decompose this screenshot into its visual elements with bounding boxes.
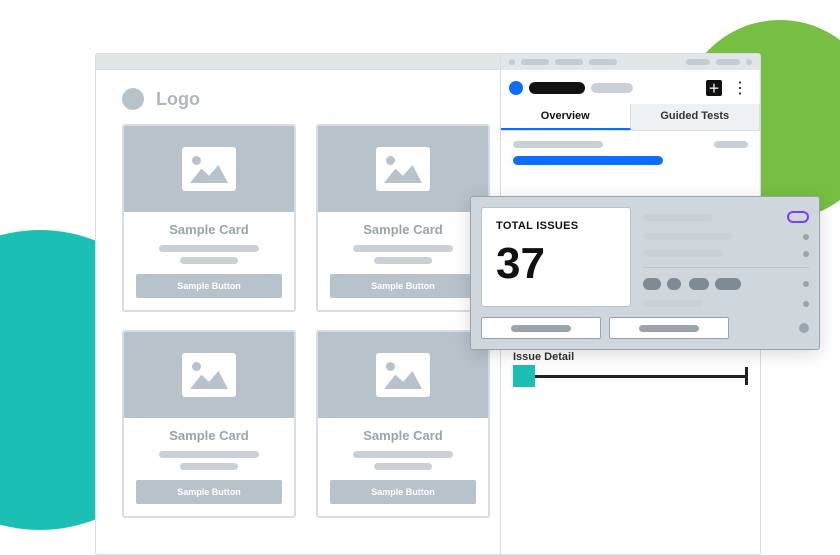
slider-track: [535, 375, 745, 378]
summary-button[interactable]: [609, 317, 729, 339]
tab-overview[interactable]: Overview: [501, 104, 631, 130]
card-text-line: [353, 245, 453, 252]
brand: Logo: [122, 88, 200, 110]
progress-bar: [513, 156, 663, 165]
toolbar-item[interactable]: [589, 59, 617, 65]
add-icon[interactable]: ＋: [706, 80, 722, 96]
metric-label: [643, 300, 703, 307]
card: Sample Card Sample Button: [316, 330, 490, 518]
card-text-line: [374, 257, 432, 264]
tabs: Overview Guided Tests: [501, 104, 760, 131]
slider-knob[interactable]: [513, 365, 535, 387]
card: Sample Card Sample Button: [122, 124, 296, 312]
image-icon: [376, 147, 430, 191]
status-badge: [787, 211, 809, 223]
toolbar-dot: [509, 59, 515, 65]
card-title: Sample Card: [136, 428, 282, 443]
card: Sample Card Sample Button: [122, 330, 296, 518]
metric-label: [643, 214, 713, 221]
card-button[interactable]: Sample Button: [136, 274, 282, 298]
image-icon: [182, 353, 236, 397]
total-issues-label: TOTAL ISSUES: [496, 220, 616, 232]
logo-icon: [122, 88, 144, 110]
panel-header-row: ＋ ⋮: [501, 70, 760, 104]
metric-dot-icon: [803, 281, 809, 287]
metric-label: [643, 250, 723, 257]
chip: [643, 278, 661, 290]
summary-button[interactable]: [481, 317, 601, 339]
card-text-line: [159, 451, 259, 458]
chip: [689, 278, 709, 290]
card-image: [124, 332, 294, 418]
metric-dot-icon: [803, 234, 809, 240]
card-image: [318, 332, 488, 418]
card-title: Sample Card: [330, 428, 476, 443]
placeholder-text: [714, 141, 748, 148]
metrics: [643, 207, 809, 307]
total-issues-box: TOTAL ISSUES 37: [481, 207, 631, 307]
toolbar-item[interactable]: [555, 59, 583, 65]
metric-label: [643, 233, 733, 240]
toolbar-item[interactable]: [521, 59, 549, 65]
page-meta: [591, 83, 633, 93]
card-text-line: [159, 245, 259, 252]
card-button[interactable]: Sample Button: [330, 274, 476, 298]
chip: [667, 278, 681, 290]
panel-toolbar: [501, 54, 760, 70]
toolbar-dot: [746, 59, 752, 65]
card: Sample Card Sample Button: [316, 124, 490, 312]
toolbar-item[interactable]: [686, 59, 710, 65]
image-icon: [376, 353, 430, 397]
slider-end-handle[interactable]: [745, 367, 748, 385]
issue-detail-label: Issue Detail: [513, 351, 748, 363]
card-image: [318, 126, 488, 212]
card-text-line: [180, 257, 238, 264]
metric-dot-icon: [803, 251, 809, 257]
placeholder-text: [513, 141, 603, 148]
card-text-line: [180, 463, 238, 470]
tab-guided-tests[interactable]: Guided Tests: [631, 104, 761, 130]
card-text-line: [374, 463, 432, 470]
card-button[interactable]: Sample Button: [136, 480, 282, 504]
status-dot-icon: [509, 81, 523, 95]
chip: [715, 278, 741, 290]
issue-detail-slider[interactable]: [513, 369, 748, 383]
card-title: Sample Card: [330, 222, 476, 237]
divider: [643, 267, 809, 268]
summary-popover: TOTAL ISSUES 37: [470, 196, 820, 350]
summary-actions: [481, 317, 809, 339]
metric-dot-icon: [803, 301, 809, 307]
image-icon: [182, 147, 236, 191]
toolbar-item[interactable]: [716, 59, 740, 65]
page-name: [529, 82, 585, 94]
card-text-line: [353, 451, 453, 458]
kebab-menu-icon[interactable]: ⋮: [728, 78, 752, 98]
card-button[interactable]: Sample Button: [330, 480, 476, 504]
total-issues-value: 37: [496, 240, 616, 288]
logo-text: Logo: [156, 89, 200, 110]
summary-more-icon[interactable]: [799, 323, 809, 333]
card-title: Sample Card: [136, 222, 282, 237]
card-image: [124, 126, 294, 212]
